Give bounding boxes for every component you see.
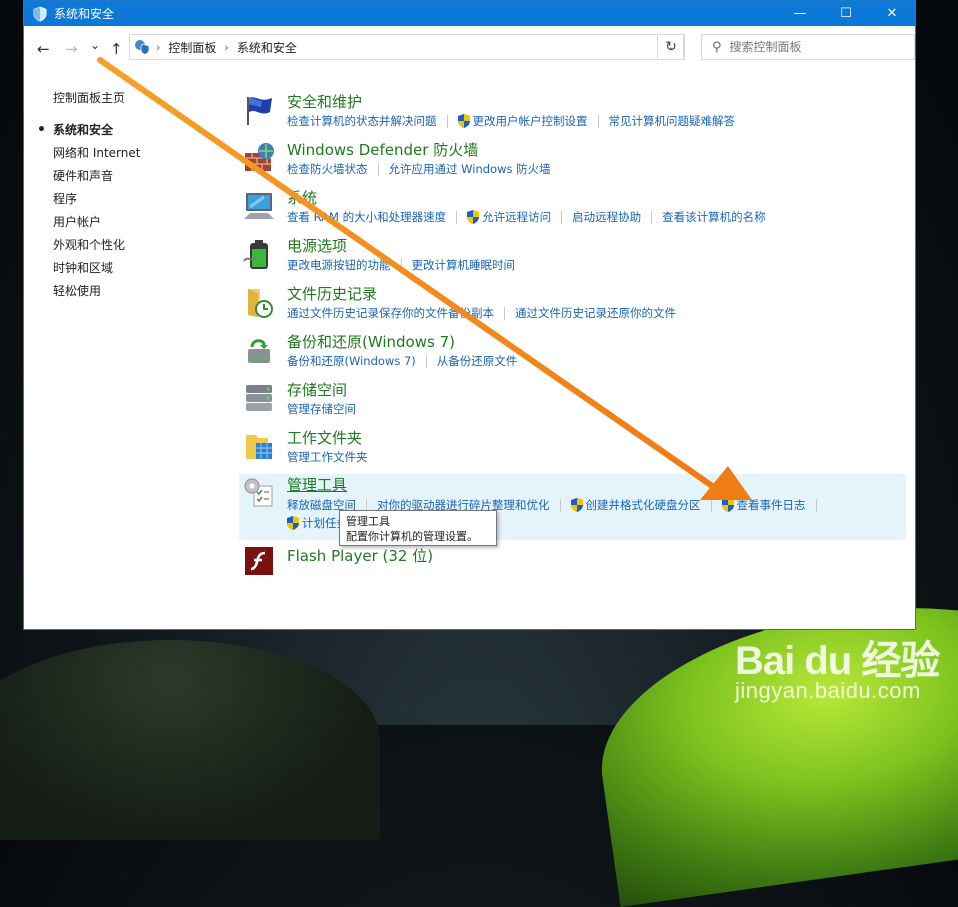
annotation-arrow [97, 57, 752, 500]
